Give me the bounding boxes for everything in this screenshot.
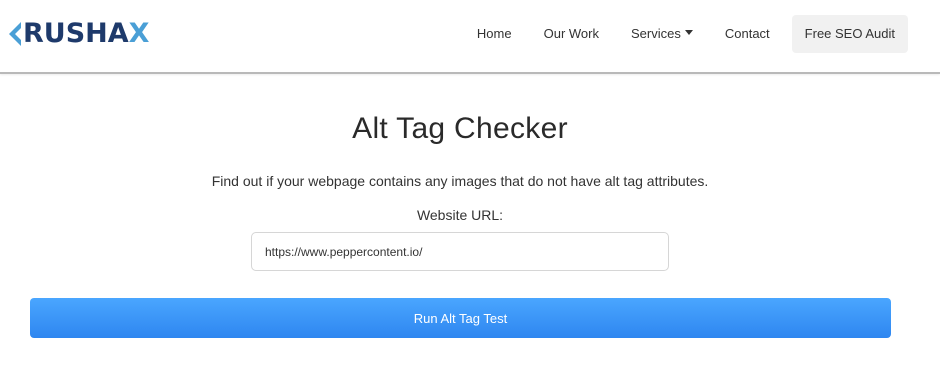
- logo-chevron-icon: [9, 22, 21, 46]
- website-url-input[interactable]: [251, 232, 669, 271]
- free-seo-audit-button[interactable]: Free SEO Audit: [791, 15, 908, 53]
- nav-contact[interactable]: Contact: [709, 15, 786, 53]
- nav-contact-label: Contact: [724, 26, 770, 41]
- nav-our-work[interactable]: Our Work: [528, 15, 615, 53]
- website-url-label: Website URL:: [416, 207, 504, 223]
- brand-logo[interactable]: RUSHA X: [8, 18, 149, 50]
- nav-services-label: Services: [631, 26, 681, 41]
- caret-down-icon: [684, 29, 693, 35]
- nav-home[interactable]: Home: [461, 15, 528, 53]
- nav-our-work-label: Our Work: [543, 26, 599, 41]
- page-title: Alt Tag Checker: [352, 112, 568, 145]
- page-description: Find out if your webpage contains any im…: [211, 173, 709, 189]
- run-alt-tag-test-button[interactable]: Run Alt Tag Test: [30, 298, 891, 338]
- navbar: RUSHA X Home Our Work Services Contact F…: [0, 0, 940, 74]
- nav-services-dropdown[interactable]: Services: [615, 15, 709, 53]
- logo-x-letter: X: [128, 18, 150, 49]
- nav-home-label: Home: [476, 26, 512, 41]
- main-nav: Home Our Work Services Contact Free SEO …: [461, 15, 908, 53]
- logo-text: RUSHA: [23, 18, 129, 49]
